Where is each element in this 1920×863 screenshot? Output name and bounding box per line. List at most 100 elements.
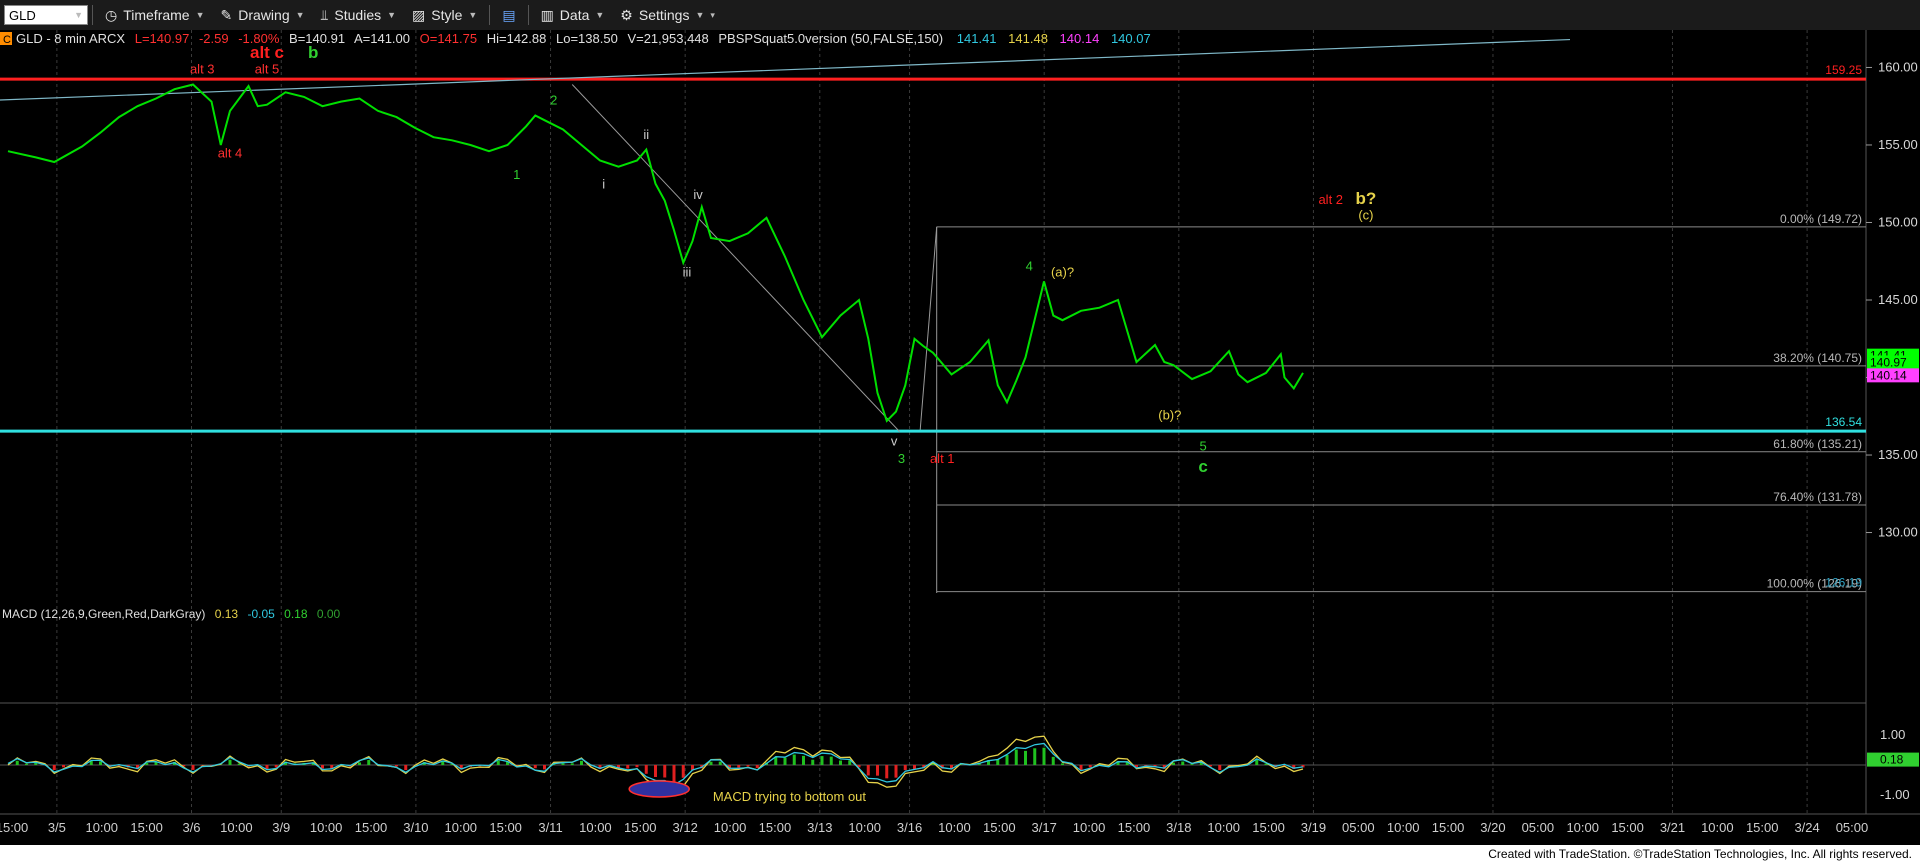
time-tick-label: 15:00 xyxy=(759,820,792,835)
drawing-button[interactable]: ✎ Drawing ▼ xyxy=(213,2,313,28)
header-open: O=141.75 xyxy=(420,31,477,46)
fib-level-label: 38.20% (140.75) xyxy=(1773,351,1862,365)
wave-label: alt 4 xyxy=(218,145,243,160)
time-tick-label: 15:00 xyxy=(624,820,657,835)
macd-tick-label: -1.00 xyxy=(1880,787,1910,802)
symbol-value: GLD xyxy=(9,7,36,23)
studies-button[interactable]: ⫫ Studies ▼ xyxy=(313,2,405,28)
chevron-down-icon: ▼ xyxy=(195,10,205,20)
wave-label: iv xyxy=(693,187,703,202)
price-tag-label: 136.54 xyxy=(1825,415,1862,429)
data-button[interactable]: ▥ Data ▼ xyxy=(533,2,613,28)
wave-label: (b)? xyxy=(1158,407,1181,422)
studies-icon: ⫫ xyxy=(320,6,329,23)
time-tick-label: 3/10 xyxy=(403,820,428,835)
wave-label: 3 xyxy=(898,451,905,466)
price-chart[interactable]: 0.00% (149.72) 38.20% (140.75) 61.80% (135… xyxy=(0,30,1920,845)
time-tick-label: 10:00 xyxy=(445,820,478,835)
time-tick-label: 10:00 xyxy=(310,820,343,835)
wave-label: (c) xyxy=(1358,207,1373,222)
macd-value: 0.18 xyxy=(284,607,308,621)
time-tick-label: 05:00 xyxy=(1522,820,1555,835)
header-low: Lo=138.50 xyxy=(556,31,618,46)
wave-label: alt 2 xyxy=(1318,192,1343,207)
time-tick-label: 15:00 xyxy=(1611,820,1644,835)
studies-label: Studies xyxy=(334,7,382,23)
price-tick-label: 145.00 xyxy=(1878,292,1918,307)
wave-label: alt 5 xyxy=(255,62,280,77)
overflow-icon: ▾ xyxy=(710,9,715,20)
time-tick-label: 3/6 xyxy=(182,820,200,835)
settings-button[interactable]: ⚙ Settings ▼ ▾ xyxy=(612,2,723,28)
wave-label: 2 xyxy=(550,93,557,108)
header-bid: B=140.91 xyxy=(289,31,345,46)
macd-tag-label: 0.18 xyxy=(1880,753,1904,767)
gear-icon: ⚙ xyxy=(620,6,633,23)
time-tick-label: 10:00 xyxy=(1387,820,1420,835)
time-tick-label: 15:00 xyxy=(489,820,522,835)
wave-label: i xyxy=(602,176,605,191)
clock-icon: ◷ xyxy=(105,6,118,23)
toolbar-divider xyxy=(527,5,529,25)
chart-header: GLD - 8 min ARCX L=140.97 -2.59 -1.80% B… xyxy=(16,31,1151,46)
header-study-value: 140.07 xyxy=(1111,31,1151,46)
wave-label: ii xyxy=(643,127,649,142)
style-label: Style xyxy=(431,7,463,23)
toolbar-divider xyxy=(489,5,491,25)
wave-label: alt c xyxy=(250,43,284,62)
time-tick-label: 10:00 xyxy=(938,820,971,835)
time-tick-label: 15:00 xyxy=(1746,820,1779,835)
wave-label: iii xyxy=(683,265,692,280)
macd-header: MACD (12,26,9,Green,Red,DarkGray) 0.13 -… xyxy=(2,607,341,621)
wave-label: b? xyxy=(1356,189,1377,208)
data-label: Data xyxy=(559,7,590,23)
symbol-input[interactable]: GLD ▼ xyxy=(4,5,88,25)
wave-label: b xyxy=(308,43,318,62)
drawing-label: Drawing xyxy=(238,7,290,23)
time-tick-label: 15:00 xyxy=(0,820,28,835)
time-tick-label: 10:00 xyxy=(1701,820,1734,835)
time-tick-label: 3/24 xyxy=(1794,820,1819,835)
header-change: -2.59 xyxy=(199,31,229,46)
chevron-down-icon: ▼ xyxy=(295,10,305,20)
price-tag-label: 159.25 xyxy=(1825,63,1862,77)
time-tick-label: 10:00 xyxy=(220,820,253,835)
time-tick-label: 3/20 xyxy=(1480,820,1505,835)
style-button[interactable]: ▨ Style ▼ xyxy=(404,2,485,28)
time-tick-label: 15:00 xyxy=(1432,820,1465,835)
chevron-down-icon: ▼ xyxy=(595,10,605,20)
time-tick-label: 05:00 xyxy=(1342,820,1375,835)
time-tick-label: 10:00 xyxy=(1073,820,1106,835)
wave-label: v xyxy=(891,434,898,449)
time-tick-label: 15:00 xyxy=(1118,820,1151,835)
time-tick-label: 3/11 xyxy=(538,820,562,835)
fib-level-label: 76.40% (131.78) xyxy=(1773,490,1862,504)
header-change-pct: -1.80% xyxy=(238,31,280,46)
layout-icon: ▤ xyxy=(502,6,516,23)
time-tick-label: 3/19 xyxy=(1301,820,1326,835)
time-tick-label: 3/18 xyxy=(1166,820,1191,835)
price-tick-label: 135.00 xyxy=(1878,447,1918,462)
style-icon: ▨ xyxy=(412,6,426,23)
header-high: Hi=142.88 xyxy=(487,31,547,46)
time-tick-label: 15:00 xyxy=(983,820,1016,835)
header-study-value: 141.48 xyxy=(1008,31,1048,46)
time-tick-label: 10:00 xyxy=(579,820,612,835)
layout-button[interactable]: ▤ xyxy=(494,2,523,28)
header-last: L=140.97 xyxy=(135,31,190,46)
bar-chart-icon: ▥ xyxy=(540,6,554,23)
time-tick-label: 15:00 xyxy=(130,820,163,835)
time-tick-label: 10:00 xyxy=(1566,820,1599,835)
wave-label: 5 xyxy=(1199,438,1206,453)
wave-label: c xyxy=(1198,457,1207,476)
time-tick-label: 3/9 xyxy=(272,820,290,835)
time-tick-label: 10:00 xyxy=(1207,820,1240,835)
wave-label: 4 xyxy=(1026,259,1033,274)
fib-level-label: 0.00% (149.72) xyxy=(1780,212,1862,226)
macd-highlight-ellipse xyxy=(628,780,690,798)
timeframe-button[interactable]: ◷ Timeframe ▼ xyxy=(97,2,213,28)
header-study-value: 141.41 xyxy=(957,31,997,46)
price-tick-label: 130.00 xyxy=(1878,525,1918,540)
price-tick-label: 150.00 xyxy=(1878,214,1918,229)
chart-status-badge-text: C xyxy=(3,34,11,46)
